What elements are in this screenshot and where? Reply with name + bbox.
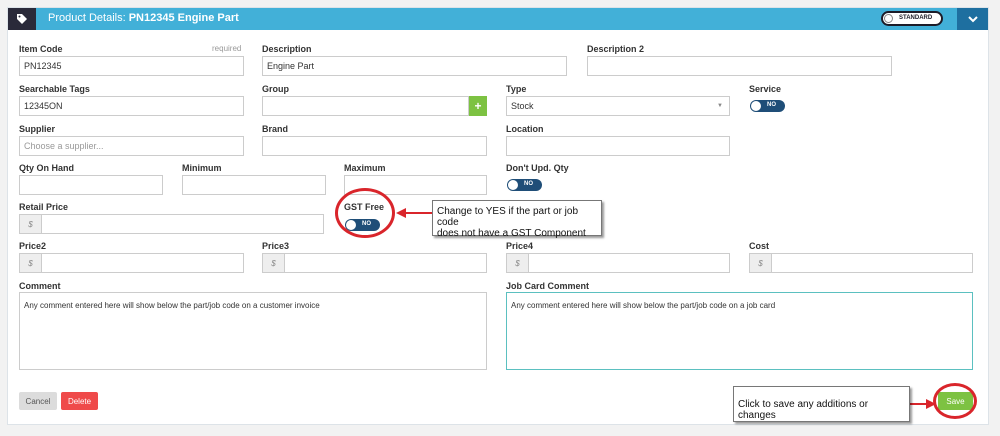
gst-free-callout: Change to YES if the part or job code do… — [432, 200, 602, 239]
gst-callout-line2: does not have a GST Component — [437, 228, 586, 239]
arrow-to-save — [910, 399, 936, 409]
gst-callout-line1: Change to YES if the part or job code — [437, 206, 579, 228]
arrow-to-gst-free — [396, 208, 432, 218]
save-callout: Click to save any additions or changes — [733, 386, 910, 422]
